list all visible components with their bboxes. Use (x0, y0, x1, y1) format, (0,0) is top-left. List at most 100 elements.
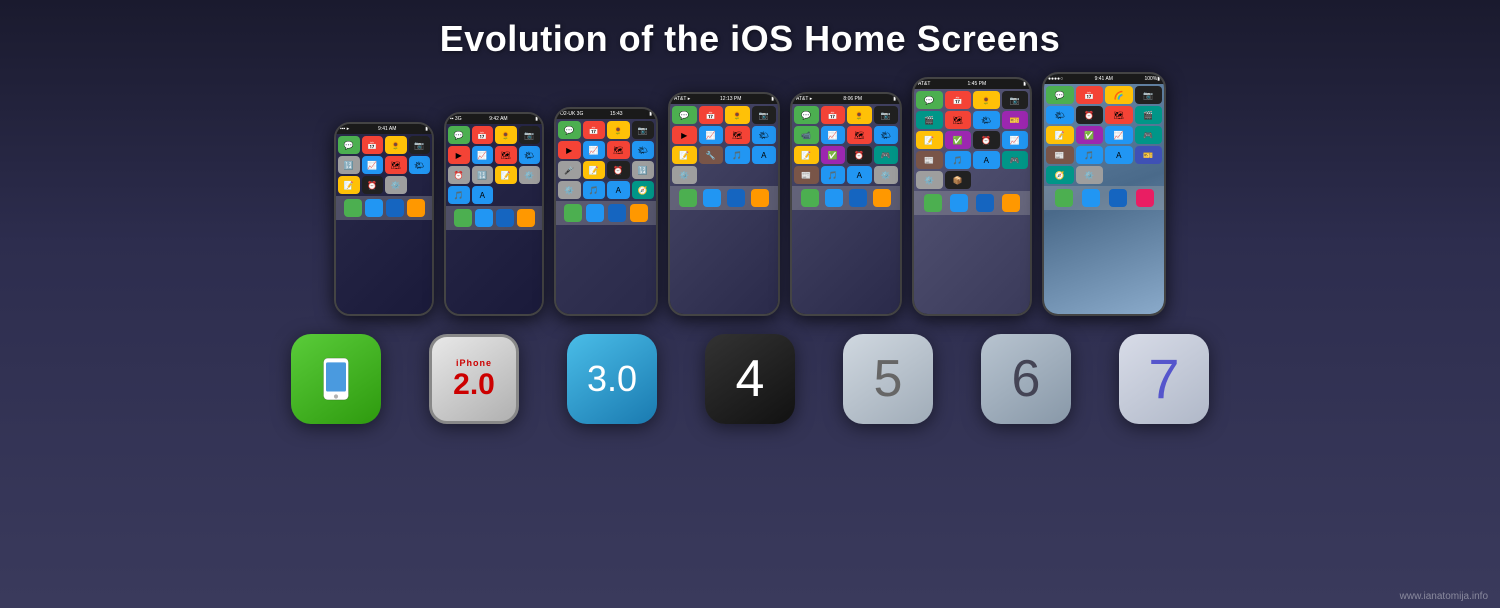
app-photos-5: 🌻 (847, 106, 872, 124)
battery-6: ▮ (1023, 81, 1026, 87)
phone-ios5: AT&T ▸ 8:06 PM ▮ 💬 📅 🌻 📷 📹 📈 🗺 🌤 📝 ✅ ⏰ (790, 92, 902, 316)
phone-ios3: O2-UK 3G 15:43 ▮ 💬 📅 🌻 📷 ▶ 📈 🗺 🌤 🎤 📝 ⏰ (554, 107, 658, 316)
app-msg-3: 💬 (558, 121, 581, 139)
dock-5 (792, 186, 900, 210)
app-notes-6: 📝 (916, 131, 943, 149)
app-reminders-5: ✅ (821, 146, 846, 164)
dock-safari-7 (1109, 189, 1127, 207)
time-3: 15:43 (610, 111, 623, 117)
app-weather-3: 🌤 (632, 141, 655, 159)
app-grid-2: 💬 📅 🌻 📷 ▶ 📈 🗺 🌤 ⏰ 🔢 📝 ⚙️ 🎵 A (446, 124, 542, 206)
dock-2 (446, 206, 542, 230)
phone-ios6: AT&T 1:45 PM ▮ 💬 📅 🌻 📷 🎬 🗺 🌤 🎫 📝 ✅ ⏰ (912, 77, 1032, 316)
badge-iphone-label: iPhone (456, 358, 492, 368)
dock-phone-2 (454, 209, 472, 227)
app-compass-7: 🧭 (1046, 166, 1074, 184)
dock-4 (670, 186, 778, 210)
dock-phone-6 (924, 194, 942, 212)
signal-2: ▪▪ 3G (450, 116, 462, 122)
dock-phone-3 (564, 204, 582, 222)
dock-safari-4 (727, 189, 745, 207)
badge-6-number: 6 (1012, 353, 1041, 405)
app-notes-4: 📝 (672, 146, 697, 164)
app-weather-2: 🌤 (519, 146, 541, 164)
app-e2-4 (725, 166, 750, 184)
dock-ipod-3 (630, 204, 648, 222)
dock-phone-1 (344, 199, 362, 217)
phone-ios2: ▪▪ 3G 9:42 AM ▮ 💬 📅 🌻 📷 ▶ 📈 🗺 🌤 ⏰ 🔢 📝 (444, 112, 544, 316)
screen-ios7: ●●●●○ 9:41 AM 100%▮ 💬 📅 🌈 📷 🌤 ⏰ 🗺 🎬 📝 ✅ … (1044, 74, 1164, 314)
app-settings-1: ⚙️ (385, 176, 407, 194)
signal-3: O2-UK 3G (560, 111, 583, 117)
app-appstore-3: A (607, 181, 630, 199)
battery-2: ▮ (535, 116, 538, 122)
app-appstore-7: A (1105, 146, 1133, 164)
app-itunes-4: 🎵 (725, 146, 750, 164)
app-e2-2 (519, 186, 541, 204)
dock-safari-5 (849, 189, 867, 207)
app-appstore-6: A (973, 151, 1000, 169)
signal-5: AT&T ▸ (796, 96, 812, 102)
screen-ios6: AT&T 1:45 PM ▮ 💬 📅 🌻 📷 🎬 🗺 🌤 🎫 📝 ✅ ⏰ (914, 79, 1030, 314)
app-itunes-2: 🎵 (448, 186, 470, 204)
dock-music-6 (1002, 194, 1020, 212)
app-stocks-6: 📈 (1002, 131, 1029, 149)
app-msg-6: 💬 (916, 91, 943, 109)
app-e3-4 (752, 166, 777, 184)
app-msg-5: 💬 (794, 106, 819, 124)
screen-ios5: AT&T ▸ 8:06 PM ▮ 💬 📅 🌻 📷 📹 📈 🗺 🌤 📝 ✅ ⏰ (792, 94, 900, 314)
app-vmemo-3: 🎤 (558, 161, 581, 179)
app-settings-3: ⚙️ (558, 181, 581, 199)
dock-ipod-2 (517, 209, 535, 227)
battery-3: ▮ (649, 111, 652, 117)
app-maps-4: 🗺 (725, 126, 750, 144)
app-weather-7: 🌤 (1046, 106, 1074, 124)
app-cal-1: 📅 (362, 136, 384, 154)
status-bar-7: ●●●●○ 9:41 AM 100%▮ (1044, 74, 1164, 84)
app-weather-5: 🌤 (874, 126, 899, 144)
app-camera-5: 📷 (874, 106, 899, 124)
badge-ios4: 4 (705, 334, 795, 424)
app-util-4: 🔧 (699, 146, 724, 164)
app-clock-1: ⏰ (362, 176, 384, 194)
app-weather-1: 🌤 (409, 156, 431, 174)
badge-7-number: 7 (1148, 351, 1179, 407)
app-cal-6: 📅 (945, 91, 972, 109)
app-photos-7: 🌈 (1105, 86, 1133, 104)
app-appstore-2: A (472, 186, 494, 204)
app-calc-3: 🔢 (632, 161, 655, 179)
app-photos-1: 🌻 (385, 136, 407, 154)
app-photos-6: 🌻 (973, 91, 1000, 109)
phone-shell-ios4: AT&T ▸ 12:13 PM ▮ 💬 📅 🌻 📷 ▶ 📈 🗺 🌤 📝 🔧 🎵 (668, 92, 780, 316)
signal-4: AT&T ▸ (674, 96, 690, 102)
status-bar-1: ▪▪▪ ▸ 9:41 AM ▮ (336, 124, 432, 134)
time-2: 9:42 AM (489, 116, 507, 122)
app-facetime-5: 📹 (794, 126, 819, 144)
badge-5-number: 5 (874, 353, 903, 405)
dock-safari-6 (976, 194, 994, 212)
phone-ios4: AT&T ▸ 12:13 PM ▮ 💬 📅 🌻 📷 ▶ 📈 🗺 🌤 📝 🔧 🎵 (668, 92, 780, 316)
app-appstore-4: A (752, 146, 777, 164)
dock-music-7 (1136, 189, 1154, 207)
app-maps-2: 🗺 (495, 146, 517, 164)
app-notes-5: 📝 (794, 146, 819, 164)
app-msg-7: 💬 (1046, 86, 1074, 104)
phone-shell-ios2: ▪▪ 3G 9:42 AM ▮ 💬 📅 🌻 📷 ▶ 📈 🗺 🌤 ⏰ 🔢 📝 (444, 112, 544, 316)
app-compass-3: 🧭 (632, 181, 655, 199)
app-calc-2: 🔢 (472, 166, 494, 184)
app-notes-1: 📝 (338, 176, 360, 194)
screen-ios2: ▪▪ 3G 9:42 AM ▮ 💬 📅 🌻 📷 ▶ 📈 🗺 🌤 ⏰ 🔢 📝 (446, 114, 542, 314)
app-settings-6: ⚙️ (916, 171, 943, 189)
app-maps-6: 🗺 (945, 111, 972, 129)
dock-phone-5 (801, 189, 819, 207)
phone-shell-ios1: ▪▪▪ ▸ 9:41 AM ▮ 💬 📅 🌻 📷 🔢 📈 🗺 🌤 📝 ⏰ ⚙️ (334, 122, 434, 316)
app-camera-4: 📷 (752, 106, 777, 124)
app-grid-3: 💬 📅 🌻 📷 ▶ 📈 🗺 🌤 🎤 📝 ⏰ 🔢 ⚙️ 🎵 A 🧭 (556, 119, 656, 201)
app-weather-6: 🌤 (973, 111, 1000, 129)
battery-5: ▮ (893, 96, 896, 102)
app-cydia-6: 📦 (945, 171, 972, 189)
app-clock-5: ⏰ (847, 146, 872, 164)
phone-shell-ios7: ●●●●○ 9:41 AM 100%▮ 💬 📅 🌈 📷 🌤 ⏰ 🗺 🎬 📝 ✅ … (1042, 72, 1166, 316)
screen-ios3: O2-UK 3G 15:43 ▮ 💬 📅 🌻 📷 ▶ 📈 🗺 🌤 🎤 📝 ⏰ (556, 109, 656, 314)
app-clock-7: ⏰ (1076, 106, 1104, 124)
